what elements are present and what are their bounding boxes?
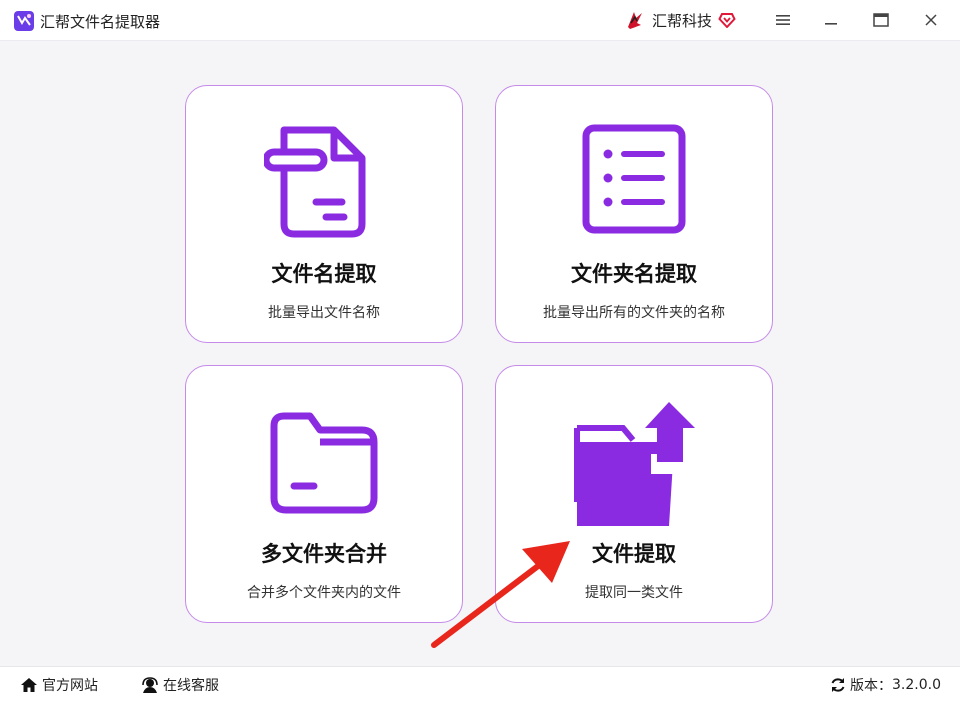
menu-icon — [776, 15, 790, 25]
version-label: 版本： — [850, 678, 892, 694]
card-multi-folder-merge[interactable]: 多文件夹合并 合并多个文件夹内的文件 — [185, 365, 463, 623]
card-title: 文件夹名提取 — [571, 262, 697, 286]
card-title: 多文件夹合并 — [261, 542, 387, 566]
card-description: 批量导出所有的文件夹的名称 — [543, 305, 725, 321]
online-support-label: 在线客服 — [163, 678, 219, 694]
folder-icon — [270, 412, 378, 514]
close-button[interactable] — [918, 8, 944, 32]
refresh-icon — [831, 678, 845, 692]
app-title: 汇帮文件名提取器 — [40, 13, 161, 31]
brand-name: 汇帮科技 — [652, 11, 713, 30]
official-website-link[interactable]: 官方网站 — [20, 675, 98, 695]
minimize-button[interactable] — [818, 8, 844, 32]
headset-icon — [142, 677, 158, 693]
card-description: 批量导出文件名称 — [268, 305, 380, 321]
close-icon — [925, 14, 937, 26]
maximize-button[interactable] — [868, 8, 894, 32]
folder-upload-icon — [574, 402, 695, 526]
list-icon — [582, 124, 686, 234]
home-icon — [21, 678, 37, 692]
card-filename-extract[interactable]: 文件名提取 批量导出文件名称 — [185, 85, 463, 343]
title-bar: 汇帮文件名提取器 汇帮科技 — [0, 0, 960, 41]
annotation-arrow — [431, 541, 570, 648]
document-icon — [264, 126, 366, 238]
online-support-link[interactable]: 在线客服 — [141, 675, 219, 695]
version-number: 3.2.0.0 — [892, 677, 941, 693]
card-title: 文件名提取 — [271, 262, 377, 286]
heart-icon[interactable] — [718, 12, 736, 28]
footer: 官方网站 在线客服 版本： 3.2.0.0 — [0, 666, 960, 701]
menu-button[interactable] — [770, 8, 796, 32]
version-info[interactable]: 版本： 3.2.0.0 — [830, 675, 941, 695]
official-website-label: 官方网站 — [42, 678, 98, 694]
brand-logo-icon — [628, 12, 642, 29]
card-description: 合并多个文件夹内的文件 — [247, 585, 401, 601]
card-foldername-extract[interactable]: 文件夹名提取 批量导出所有的文件夹的名称 — [495, 85, 773, 343]
minimize-icon — [825, 23, 837, 25]
brand[interactable]: 汇帮科技 — [624, 9, 736, 31]
app-logo-icon — [14, 11, 34, 31]
maximize-icon — [873, 13, 889, 27]
